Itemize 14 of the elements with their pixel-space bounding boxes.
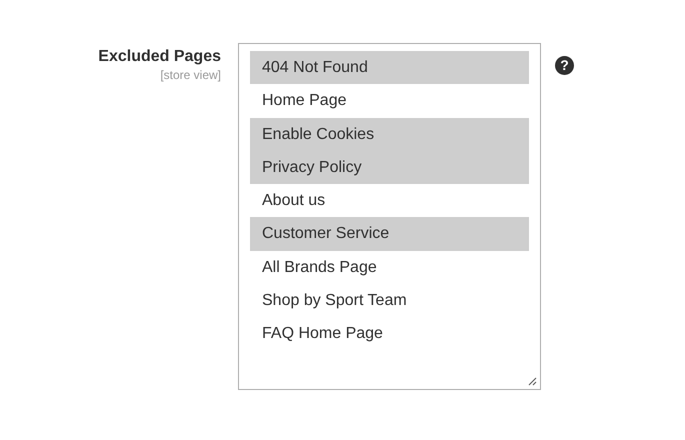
resize-grip-icon[interactable] [528,377,537,386]
help-icon[interactable]: ? [555,56,574,75]
list-option[interactable]: FAQ Home Page [250,317,529,351]
scope-note: [store view] [160,68,221,82]
list-option[interactable]: 404 Not Found [250,51,529,84]
list-option[interactable]: All Brands Page [250,250,529,284]
list-option[interactable]: Shop by Sport Team [250,284,529,318]
field-label: Excluded Pages [98,48,221,66]
multiselect-list[interactable]: 404 Not Found Home Page Enable Cookies Privacy Policy About us Customer Service All Brands Page Shop by Sport Team FAQ Home Page [238,43,541,390]
list-option[interactable]: About us [250,184,529,218]
list-option[interactable]: Customer Service [250,217,529,251]
list-option[interactable]: Home Page [250,84,529,118]
list-option[interactable]: Enable Cookies [250,118,529,151]
list-option[interactable]: Privacy Policy [250,150,529,184]
